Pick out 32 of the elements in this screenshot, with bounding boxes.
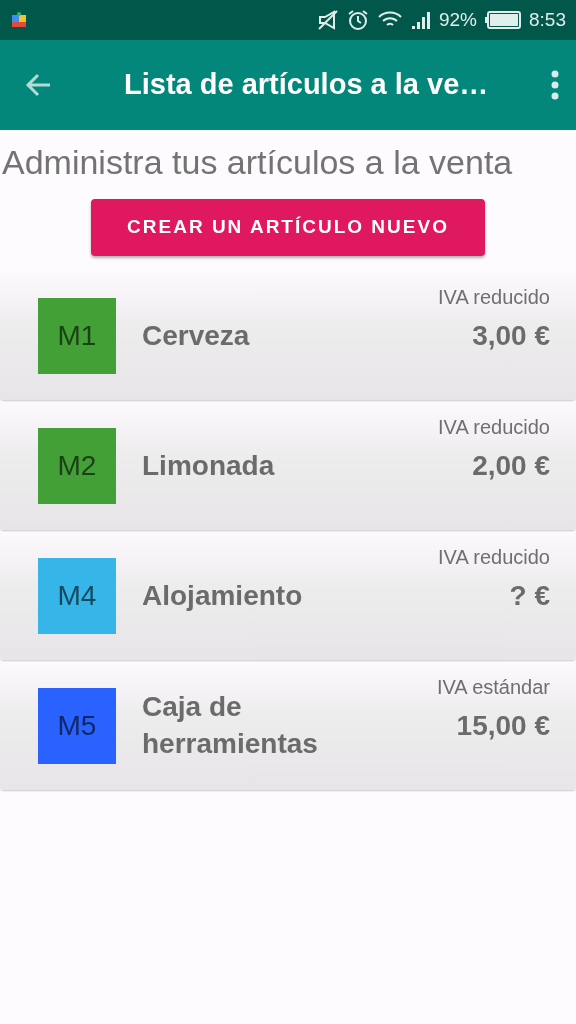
screen-title: Lista de artículos a la ve… <box>123 67 489 103</box>
signal-icon <box>411 10 431 30</box>
battery-icon <box>485 11 521 29</box>
item-code-tile: M4 <box>38 557 116 634</box>
app-notification-icon <box>10 11 28 29</box>
item-price: 3,00 € <box>472 318 550 353</box>
item-name: Limonada <box>142 448 276 483</box>
clock-time: 8:53 <box>529 7 566 32</box>
mute-icon <box>317 9 339 31</box>
tax-rate: IVA reducido <box>438 544 550 570</box>
item-card[interactable]: M1 Cerveza IVA reducido 3,00 € <box>0 271 576 400</box>
battery-percentage: 92% <box>439 7 477 32</box>
create-item-button[interactable]: CREAR UN ARTÍCULO NUEVO <box>91 198 485 256</box>
item-price: 15,00 € <box>456 708 550 743</box>
item-card[interactable]: M2 Limonada IVA reducido 2,00 € <box>0 401 576 530</box>
tax-rate: IVA reducido <box>438 414 550 440</box>
item-price: 2,00 € <box>472 448 550 483</box>
tax-rate: IVA reducido <box>438 284 550 310</box>
item-code-tile: M1 <box>38 297 116 374</box>
item-code-tile: M2 <box>38 427 116 504</box>
item-name: Caja de herramientas <box>142 690 319 761</box>
alarm-icon <box>347 9 369 31</box>
item-card[interactable]: M5 Caja de herramientas IVA estándar 15,00 € <box>0 661 576 790</box>
back-arrow-icon[interactable] <box>24 71 52 99</box>
more-options-icon[interactable] <box>550 70 560 100</box>
item-price: ? € <box>509 578 550 613</box>
tax-rate: IVA estándar <box>436 674 550 700</box>
item-name: Cerveza <box>142 318 251 353</box>
item-card[interactable]: M4 Alojamiento IVA reducido ? € <box>0 531 576 660</box>
item-name: Alojamiento <box>142 578 304 613</box>
item-code-tile: M5 <box>38 687 116 764</box>
page-heading: Administra tus artículos a la venta <box>1 142 514 183</box>
